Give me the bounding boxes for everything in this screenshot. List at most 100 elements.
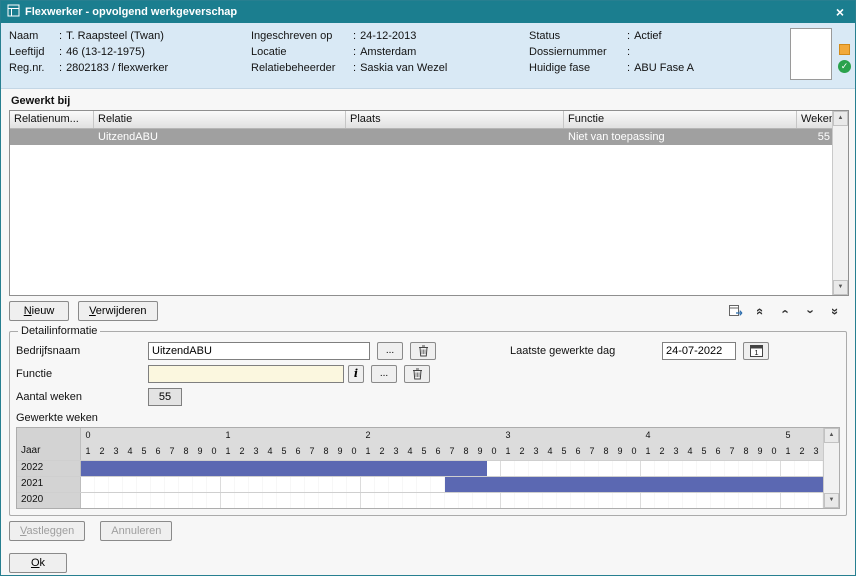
week-cell <box>319 477 333 492</box>
bedrijfsnaam-browse-button[interactable]: ... <box>377 342 403 360</box>
column-header-plaats[interactable]: Plaats <box>346 111 564 128</box>
week-cell <box>753 461 767 476</box>
year-label: 2022 <box>17 461 81 476</box>
bedrijfsnaam-row: Bedrijfsnaam ... Laatste gewerkte dag 1 <box>16 339 840 362</box>
worked-table-scrollbar[interactable]: ▲ ▼ <box>832 111 848 295</box>
week-cell <box>165 493 179 508</box>
weeks-scroll-up-button[interactable]: ▲ <box>824 428 839 443</box>
aantal-weken-label: Aantal weken <box>16 391 148 403</box>
bedrijfsnaam-input[interactable] <box>148 342 370 360</box>
export-button[interactable] <box>727 303 745 319</box>
trash-icon <box>418 345 429 357</box>
week-decade-cell <box>403 428 417 444</box>
column-header-relatienummer[interactable]: Relatienum... <box>10 111 94 128</box>
functie-delete-button[interactable] <box>404 365 430 383</box>
close-button[interactable]: × <box>831 2 849 22</box>
colon: : <box>349 30 360 46</box>
regnr-label: Reg.nr. <box>9 62 55 78</box>
week-cell <box>333 493 347 508</box>
nav-last-button[interactable]: » <box>827 303 845 319</box>
ok-label: O <box>31 557 40 569</box>
memo-indicator-icon[interactable] <box>839 44 850 55</box>
chevron-down-icon: › <box>804 309 819 313</box>
week-cell <box>221 493 235 508</box>
functie-info-button[interactable]: i <box>348 365 364 383</box>
week-decade-cell: 0 <box>81 428 95 444</box>
naam-label: Naam <box>9 30 55 46</box>
column-header-weken[interactable]: Weken <box>797 111 834 128</box>
week-cell <box>193 493 207 508</box>
regnr-value: 2802183 / flexwerker <box>66 62 168 78</box>
colon: : <box>623 62 634 78</box>
week-cell <box>641 493 655 508</box>
week-cell <box>445 493 459 508</box>
week-number-cell: 0 <box>347 444 361 460</box>
functie-label: Functie <box>16 368 148 380</box>
functie-browse-button[interactable]: ... <box>371 365 397 383</box>
annuleren-button[interactable]: Annuleren <box>100 521 172 541</box>
week-decade-cell <box>753 428 767 444</box>
week-cell <box>683 493 697 508</box>
scroll-up-button[interactable]: ▲ <box>833 111 848 126</box>
week-number-cell: 9 <box>473 444 487 460</box>
week-number-cell: 5 <box>277 444 291 460</box>
nav-prev-button[interactable]: ‹ <box>777 303 795 319</box>
week-cell <box>711 493 725 508</box>
functie-input[interactable] <box>148 365 344 383</box>
locatie-label: Locatie <box>251 46 349 62</box>
verwijderen-label: V <box>89 305 96 317</box>
year-label: 2021 <box>17 477 81 492</box>
nieuw-button[interactable]: Nieuw <box>9 301 69 321</box>
week-cell <box>81 477 95 492</box>
week-decade-cell <box>137 428 151 444</box>
week-number-cell: 2 <box>375 444 389 460</box>
weeks-scrollbar[interactable]: ▲ ▼ <box>823 428 839 508</box>
colon: : <box>349 62 360 78</box>
nav-next-button[interactable]: › <box>802 303 820 319</box>
week-decade-cell <box>319 428 333 444</box>
calendar-button[interactable]: 1 <box>743 342 769 360</box>
detail-actions: Vastleggen Annuleren <box>9 521 847 541</box>
week-decade-cell <box>277 428 291 444</box>
week-decade-cell <box>613 428 627 444</box>
colon: : <box>623 30 634 46</box>
week-cell <box>249 493 263 508</box>
weeks-scroll-down-button[interactable]: ▼ <box>824 493 839 508</box>
week-cell <box>753 493 767 508</box>
week-number-cell: 0 <box>767 444 781 460</box>
ok-button[interactable]: Ok <box>9 553 67 573</box>
laatste-gewerkte-dag-input[interactable] <box>662 342 736 360</box>
verwijderen-button[interactable]: Verwijderen <box>78 301 157 321</box>
week-decade-cell <box>123 428 137 444</box>
column-header-functie[interactable]: Functie <box>564 111 797 128</box>
huidige-fase-value: ABU Fase A <box>634 62 694 78</box>
week-cell <box>557 493 571 508</box>
vastleggen-button[interactable]: Vastleggen <box>9 521 85 541</box>
week-cell <box>319 493 333 508</box>
week-number-cell: 1 <box>221 444 235 460</box>
svg-text:1: 1 <box>754 348 758 357</box>
week-decade-cell <box>515 428 529 444</box>
week-number-cell: 8 <box>459 444 473 460</box>
table-row[interactable]: UitzendABU Niet van toepassing 55 <box>10 129 848 145</box>
worked-weeks-bar <box>445 477 823 492</box>
week-cell <box>809 493 823 508</box>
week-number-cell: 6 <box>571 444 585 460</box>
week-decade-cell <box>627 428 641 444</box>
week-cell <box>543 493 557 508</box>
week-cell <box>571 461 585 476</box>
header-info-panel: Naam:T. Raapsteel (Twan) Leeftijd:46 (13… <box>1 23 855 89</box>
column-header-relatie[interactable]: Relatie <box>94 111 346 128</box>
week-cell <box>207 493 221 508</box>
nav-first-button[interactable]: « <box>752 303 770 319</box>
arrow-up-icon: ▲ <box>829 432 835 438</box>
scroll-down-button[interactable]: ▼ <box>833 280 848 295</box>
week-decade-cell <box>599 428 613 444</box>
week-decade-cell <box>375 428 389 444</box>
week-cell <box>641 461 655 476</box>
bedrijfsnaam-delete-button[interactable] <box>410 342 436 360</box>
week-cell <box>613 493 627 508</box>
week-decade-cell <box>473 428 487 444</box>
week-unit-cells: 1234567890123456789012345678901234567890… <box>81 444 823 460</box>
week-cell <box>585 461 599 476</box>
